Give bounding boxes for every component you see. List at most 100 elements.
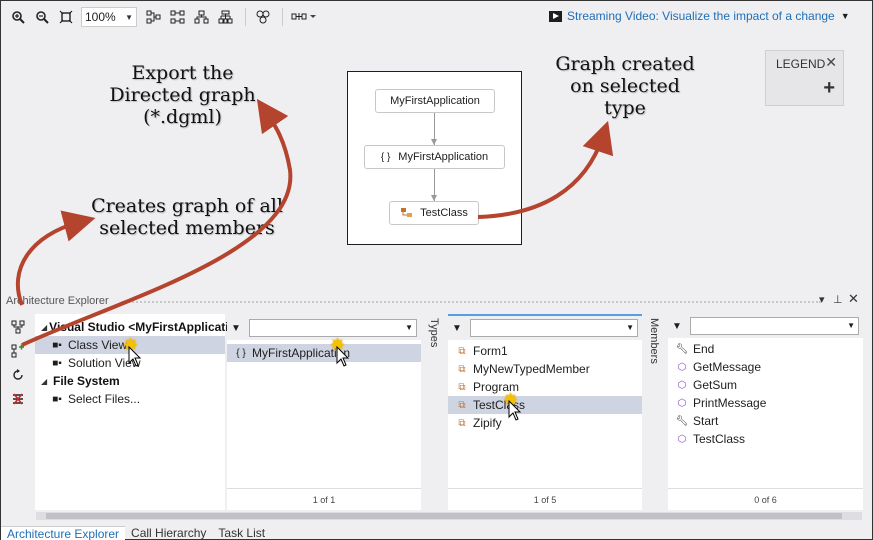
close-icon[interactable]: ✕ xyxy=(848,291,859,307)
streaming-video-label: Streaming Video: Visualize the impact of… xyxy=(567,9,835,23)
list-item[interactable]: ⬡ GetMessage xyxy=(668,358,863,376)
types-filter-input[interactable]: ▼ xyxy=(470,319,638,337)
filter-icon[interactable]: ▼ xyxy=(231,323,243,334)
method-icon: ⬡ xyxy=(677,361,687,373)
chevron-down-icon: ▼ xyxy=(125,12,133,22)
wrench-icon: 🔧︎ xyxy=(675,415,689,427)
collapse-icon[interactable]: ◢ xyxy=(41,323,47,332)
wrench-icon: 🔧︎ xyxy=(675,343,689,355)
streaming-video-link[interactable]: Streaming Video: Visualize the impact of… xyxy=(549,9,850,23)
annotation-export: Export the Directed graph (*.dgml) xyxy=(109,62,256,128)
add-to-graph-icon[interactable] xyxy=(8,342,28,360)
namespace-icon: { } xyxy=(380,151,391,163)
filter-icon[interactable]: ▼ xyxy=(452,323,464,334)
add-icon[interactable]: + xyxy=(823,77,835,100)
list-item-label: GetSum xyxy=(693,378,738,392)
filter-icon[interactable]: ▼ xyxy=(672,321,684,332)
namespace-icon: { } xyxy=(236,347,246,359)
tab-members[interactable]: Members xyxy=(648,318,660,364)
class-icon: ⧉ xyxy=(458,381,466,393)
solution-view-icon: ■▪ xyxy=(52,357,62,369)
clear-icon[interactable] xyxy=(8,390,28,408)
chevron-down-icon[interactable]: ▼ xyxy=(841,11,850,21)
list-item[interactable]: ⬡ GetSum xyxy=(668,376,863,394)
method-icon: ⬡ xyxy=(677,397,687,409)
layout-left-right-icon[interactable] xyxy=(143,6,165,28)
namespace-list: { } MyFirstApplication xyxy=(227,340,421,488)
types-count: 1 of 5 xyxy=(448,488,642,510)
graph-node-class[interactable]: TestClass xyxy=(389,201,479,225)
graph-icon[interactable] xyxy=(8,318,28,336)
list-item[interactable]: ⧉ Program xyxy=(448,378,642,396)
scrollbar-thumb[interactable] xyxy=(46,513,842,519)
legend-panel: LEGEND ✕ + xyxy=(765,50,844,106)
collapse-icon[interactable]: ◢ xyxy=(41,377,51,386)
layout-dependency-icon[interactable] xyxy=(167,6,189,28)
list-item-label: PrintMessage xyxy=(693,396,767,410)
namespaces-column: ▼ ▼ { } MyFirstApplication 1 of 1 xyxy=(227,314,421,510)
close-icon[interactable]: ✕ xyxy=(825,54,837,71)
list-item[interactable]: ⬡ PrintMessage xyxy=(668,394,863,412)
class-icon: ⧉ xyxy=(458,417,466,429)
types-filter: ▼ ▼ xyxy=(448,316,642,340)
zoom-in-icon[interactable] xyxy=(7,6,29,28)
clusters-icon[interactable] xyxy=(252,6,274,28)
layout-tree-icon[interactable] xyxy=(215,6,237,28)
list-item-label: GetMessage xyxy=(693,360,762,374)
select-files-icon: ■▪ xyxy=(52,393,62,405)
analyzers-icon[interactable] xyxy=(289,6,319,28)
explorer-side-toolbar xyxy=(8,318,32,414)
list-item[interactable]: { } MyFirstApplication xyxy=(227,344,421,362)
list-item[interactable]: ⧉ Zipify xyxy=(448,414,642,432)
mouse-cursor-icon xyxy=(508,400,522,421)
tree-item-select-files[interactable]: ■▪ Select Files... xyxy=(35,390,225,408)
tab-call-hierarchy[interactable]: Call Hierarchy xyxy=(125,526,212,540)
members-filter-input[interactable]: ▼ xyxy=(690,317,859,335)
zoom-level-value: 100% xyxy=(85,10,116,24)
graph-diagram: MyFirstApplication { } MyFirstApplicatio… xyxy=(347,71,522,245)
list-item-label: MyNewTypedMember xyxy=(473,362,590,376)
chevron-down-icon[interactable]: ▼ xyxy=(405,323,413,332)
graph-node-label: MyFirstApplication xyxy=(398,151,489,163)
graph-node-namespace[interactable]: { } MyFirstApplication xyxy=(364,145,505,169)
video-icon xyxy=(549,10,562,22)
graph-node-assembly[interactable]: MyFirstApplication xyxy=(375,89,495,113)
tab-architecture-explorer[interactable]: Architecture Explorer xyxy=(1,526,126,540)
tree-item-visual-studio[interactable]: ◢ Visual Studio <MyFirstApplicatic xyxy=(35,318,235,336)
list-item-label: Form1 xyxy=(473,344,508,358)
class-icon: ⧉ xyxy=(458,345,466,357)
chevron-down-icon[interactable]: ▼ xyxy=(847,321,855,330)
list-item-label: End xyxy=(693,342,715,356)
list-item[interactable]: ⧉ MyNewTypedMember xyxy=(448,360,642,378)
pin-icon[interactable]: ⊥ xyxy=(833,293,843,306)
zoom-to-fit-icon[interactable] xyxy=(55,6,77,28)
list-item[interactable]: 🔧︎ End xyxy=(668,340,863,358)
class-icon: ⧉ xyxy=(458,363,466,375)
panel-grip[interactable] xyxy=(121,301,821,305)
members-column: ▼ ▼ 🔧︎ End ⬡ GetMessage ⬡ GetSum ⬡ PrintMess… xyxy=(668,314,863,510)
chevron-down-icon[interactable]: ▾ xyxy=(819,293,825,306)
class-icon xyxy=(401,208,413,217)
list-item[interactable]: ⧉ TestClass xyxy=(448,396,642,414)
layout-top-down-icon[interactable] xyxy=(191,6,213,28)
tab-types[interactable]: Types xyxy=(428,318,440,347)
mouse-cursor-icon xyxy=(128,346,142,367)
refresh-icon[interactable] xyxy=(8,366,28,384)
tab-task-list[interactable]: Task List xyxy=(212,526,271,540)
panel-title: Architecture Explorer xyxy=(6,295,113,307)
members-filter: ▼ ▼ xyxy=(668,314,863,338)
zoom-level-select[interactable]: 100% ▼ xyxy=(81,7,137,27)
toolbar-separator xyxy=(245,8,246,26)
list-item[interactable]: 🔧︎ Start xyxy=(668,412,863,430)
list-item[interactable]: ⬡ TestClass xyxy=(668,430,863,448)
tree-item-file-system[interactable]: ◢ File System xyxy=(35,372,225,390)
list-item[interactable]: ⧉ Form1 xyxy=(448,342,642,360)
tree-item-label: File System xyxy=(53,374,120,388)
method-icon: ⬡ xyxy=(677,433,687,445)
list-item-label: Zipify xyxy=(473,416,502,430)
class-icon: ⧉ xyxy=(458,399,466,411)
horizontal-scrollbar[interactable] xyxy=(36,512,862,520)
chevron-down-icon[interactable]: ▼ xyxy=(626,323,634,332)
list-item-label: TestClass xyxy=(693,432,746,446)
zoom-out-icon[interactable] xyxy=(31,6,53,28)
